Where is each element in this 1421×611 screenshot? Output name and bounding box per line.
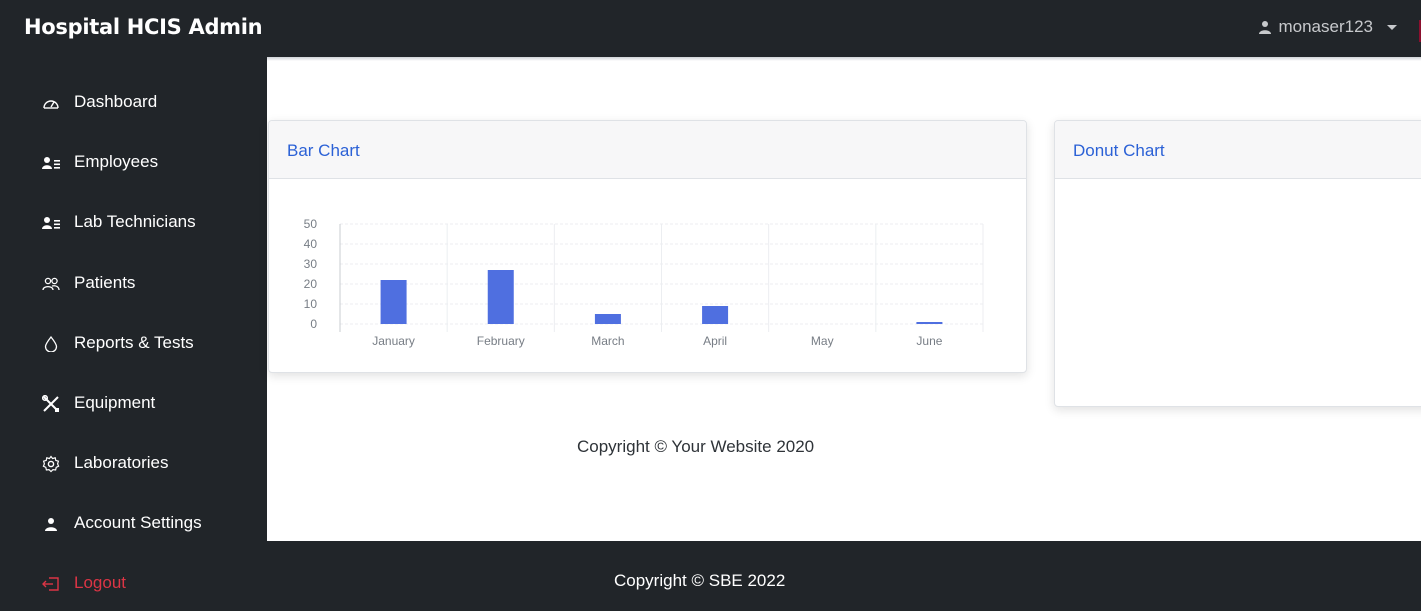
x-tick-label: June — [916, 334, 942, 348]
sidebar: Dashboard Employees Lab Technicians Pati… — [0, 57, 267, 611]
username-label: monaser123 — [1278, 17, 1373, 36]
sidebar-item-lab-technicians[interactable]: Lab Technicians — [0, 201, 267, 245]
y-tick-label: 40 — [304, 237, 318, 251]
y-tick-label: 30 — [304, 257, 318, 271]
logout-icon — [42, 575, 60, 593]
x-tick-label: January — [372, 334, 415, 348]
donut-chart-card: Donut Chart — [1054, 120, 1421, 407]
bar — [380, 280, 407, 324]
speedometer-icon — [42, 94, 60, 112]
x-tick-label: March — [591, 334, 624, 348]
chevron-down-icon — [1387, 25, 1397, 30]
bar-chart-card: Bar Chart 0 10 20 30 40 50 January February Marc… — [268, 120, 1027, 373]
gear-icon — [42, 455, 60, 473]
bar — [702, 306, 729, 324]
tools-icon — [42, 395, 60, 413]
sidebar-item-label: Lab Technicians — [74, 212, 196, 231]
sidebar-item-label: Account Settings — [74, 513, 202, 532]
sidebar-item-dashboard[interactable]: Dashboard — [0, 81, 267, 125]
bar — [916, 322, 943, 324]
sidebar-item-account-settings[interactable]: Account Settings — [0, 502, 267, 546]
topbar-shadow — [267, 57, 1421, 61]
y-tick-label: 10 — [304, 297, 318, 311]
sidebar-item-label: Employees — [74, 152, 159, 171]
sidebar-item-equipment[interactable]: Equipment — [0, 382, 267, 426]
bar — [594, 314, 621, 324]
sidebar-item-label: Reports & Tests — [74, 333, 194, 352]
sidebar-item-label: Equipment — [74, 393, 156, 412]
card-header: Bar Chart — [269, 121, 1026, 179]
user-menu[interactable]: monaser123 — [1258, 17, 1397, 37]
sidebar-item-reports-tests[interactable]: Reports & Tests — [0, 322, 267, 366]
sidebar-item-laboratories[interactable]: Laboratories — [0, 442, 267, 486]
x-tick-label: February — [477, 334, 525, 348]
droplet-icon — [42, 335, 60, 353]
card-title: Donut Chart — [1073, 141, 1165, 160]
y-tick-label: 20 — [304, 277, 318, 291]
user-icon — [1259, 21, 1272, 34]
y-tick-label: 50 — [304, 217, 318, 231]
brand-title[interactable]: Hospital HCIS Admin — [24, 15, 263, 39]
sidebar-item-label: Patients — [74, 273, 136, 292]
sidebar-item-patients[interactable]: Patients — [0, 262, 267, 306]
top-navbar: Hospital HCIS Admin monaser123 — [0, 0, 1421, 57]
sidebar-item-label: Dashboard — [74, 92, 158, 111]
sidebar-item-logout[interactable]: Logout — [0, 562, 267, 606]
sidebar-item-label: Laboratories — [74, 453, 169, 472]
sidebar-item-employees[interactable]: Employees — [0, 141, 267, 185]
card-title: Bar Chart — [287, 141, 360, 160]
content-copyright: Copyright © Your Website 2020 — [577, 437, 815, 456]
user-list-icon — [42, 154, 60, 172]
page-footer: Copyright © SBE 2022 — [267, 541, 1421, 611]
y-tick-label: 0 — [310, 317, 317, 331]
card-header: Donut Chart — [1055, 121, 1421, 179]
bar-chart: 0 10 20 30 40 50 January February March April May J… — [304, 217, 984, 348]
people-icon — [42, 275, 60, 293]
x-tick-label: May — [811, 334, 834, 348]
sidebar-item-label: Logout — [74, 573, 126, 592]
bar — [487, 270, 514, 324]
footer-copyright: Copyright © SBE 2022 — [614, 571, 786, 590]
user-list-icon — [42, 214, 60, 232]
x-tick-label: April — [703, 334, 727, 348]
user-icon — [42, 515, 60, 533]
